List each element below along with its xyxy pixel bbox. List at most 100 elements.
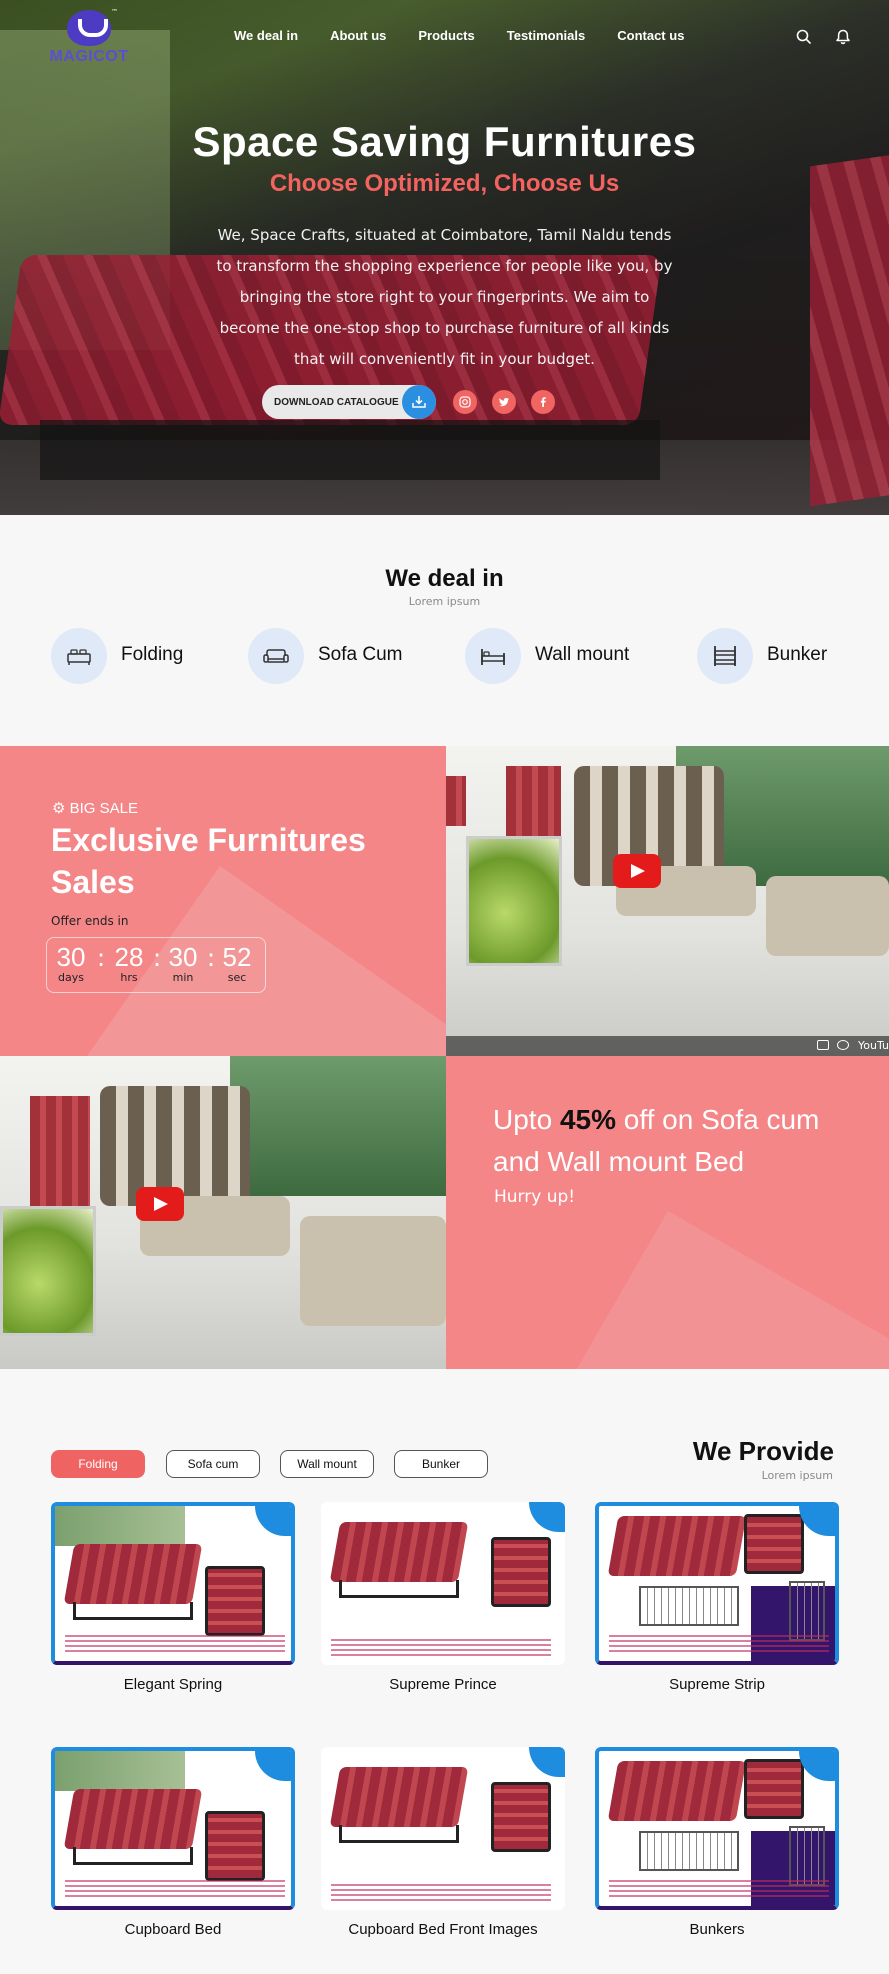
download-icon xyxy=(402,385,436,419)
filter-tab-bunker[interactable]: Bunker xyxy=(394,1450,488,1478)
brand-badge-icon xyxy=(255,1506,291,1536)
top-navigation: ™ MAGICOT We deal in About us Products T… xyxy=(0,0,889,78)
product-image-caption xyxy=(65,1635,285,1655)
product-image[interactable] xyxy=(321,1502,565,1665)
brand-badge-icon xyxy=(529,1502,565,1532)
discount-offer-panel: Upto 45% off on Sofa cum and Wall mount … xyxy=(446,1056,889,1369)
facebook-icon[interactable] xyxy=(531,390,555,414)
filter-tab-folding[interactable]: Folding xyxy=(51,1450,145,1478)
countdown-seconds: 52 sec xyxy=(217,942,257,984)
product-image-folded-bed xyxy=(205,1566,265,1636)
product-image-bed xyxy=(329,1767,469,1827)
offer-ends-label: Offer ends in xyxy=(51,914,129,928)
filter-tab-wall-mount[interactable]: Wall mount xyxy=(280,1450,374,1478)
product-image[interactable] xyxy=(595,1747,839,1910)
nav-link-products[interactable]: Products xyxy=(418,28,474,43)
nav-link-contact-us[interactable]: Contact us xyxy=(617,28,684,43)
we-provide-section: Folding Sofa cum Wall mount Bunker We Pr… xyxy=(0,1369,889,1974)
search-icon[interactable] xyxy=(795,28,813,46)
product-image[interactable] xyxy=(51,1747,295,1910)
product-card-elegant-spring[interactable]: Elegant Spring xyxy=(51,1502,295,1693)
promo-video-1[interactable]: YouTu xyxy=(446,746,889,1056)
product-card-bunkers[interactable]: Bunkers xyxy=(595,1747,839,1938)
bell-icon[interactable] xyxy=(834,28,852,46)
gear-icon: ⚙ xyxy=(52,800,66,817)
product-card-supreme-prince[interactable]: Supreme Prince xyxy=(321,1502,565,1693)
product-card-cupboard-bed-front-images[interactable]: Cupboard Bed Front Images xyxy=(321,1747,565,1938)
countdown-separator: : xyxy=(153,944,162,972)
twitter-icon[interactable] xyxy=(492,390,516,414)
product-name[interactable]: Supreme Strip xyxy=(595,1676,839,1693)
product-image-frame xyxy=(73,1847,193,1865)
deal-item-label: Wall mount xyxy=(535,644,630,665)
we-provide-title: We Provide xyxy=(692,1436,834,1466)
countdown-separator: : xyxy=(97,944,106,972)
product-image-frame xyxy=(639,1586,739,1626)
product-image-caption xyxy=(609,1635,829,1655)
product-image-caption xyxy=(65,1880,285,1900)
countdown-minutes: 30 min xyxy=(163,942,203,984)
video-folded-bed-edge xyxy=(446,776,466,826)
logo-mark-icon xyxy=(67,10,111,46)
countdown-separator: : xyxy=(207,944,216,972)
hero-section: ™ MAGICOT We deal in About us Products T… xyxy=(0,0,889,515)
product-image-bed xyxy=(63,1544,203,1604)
nav-link-testimonials[interactable]: Testimonials xyxy=(507,28,586,43)
settings-icon[interactable] xyxy=(837,1040,849,1050)
big-sale-badge: ⚙ BIG SALE xyxy=(52,799,138,817)
countdown-days: 30 days xyxy=(51,942,91,984)
deal-categories: Folding Sofa Cum Wall mount Bunker xyxy=(51,628,841,684)
product-card-supreme-strip[interactable]: Supreme Strip xyxy=(595,1502,839,1693)
product-name[interactable]: Supreme Prince xyxy=(321,1676,565,1693)
product-image-folded-frame xyxy=(789,1826,825,1886)
nav-links: We deal in About us Products Testimonial… xyxy=(234,28,684,43)
hero-subtitle: Choose Optimized, Choose Us xyxy=(269,170,620,197)
youtube-play-button[interactable] xyxy=(136,1187,184,1221)
we-provide-subtitle: Lorem ipsum xyxy=(761,1469,833,1482)
product-image-frame xyxy=(73,1602,193,1620)
product-image-frame xyxy=(339,1580,459,1598)
product-image[interactable] xyxy=(51,1502,295,1665)
download-catalogue-button[interactable]: DOWNLOAD CATALOGUE xyxy=(262,385,436,419)
sofa-icon xyxy=(248,628,304,684)
product-image-caption xyxy=(331,1639,551,1659)
download-catalogue-label: DOWNLOAD CATALOGUE xyxy=(274,396,399,408)
instagram-icon[interactable] xyxy=(453,390,477,414)
nav-link-about-us[interactable]: About us xyxy=(330,28,386,43)
offer-prefix: Upto xyxy=(493,1104,560,1135)
hero-title: Space Saving Furnitures xyxy=(192,118,697,165)
hero-description: We, Space Crafts, situated at Coimbatore… xyxy=(216,226,673,368)
we-deal-in-section: We deal in Lorem ipsum Folding Sofa Cum … xyxy=(0,515,889,745)
youtube-play-button[interactable] xyxy=(613,854,661,888)
promo-video-2[interactable] xyxy=(0,1056,446,1369)
product-image-caption xyxy=(609,1880,829,1900)
product-name[interactable]: Bunkers xyxy=(595,1921,839,1938)
hurry-up-text: Hurry up! xyxy=(494,1187,576,1207)
brand-badge-icon xyxy=(799,1751,835,1781)
youtube-watermark[interactable]: YouTu xyxy=(858,1039,889,1052)
product-name[interactable]: Elegant Spring xyxy=(51,1676,295,1693)
video-controls-bar: YouTu xyxy=(446,1036,889,1056)
product-name[interactable]: Cupboard Bed xyxy=(51,1921,295,1938)
filter-tab-sofa-cum[interactable]: Sofa cum xyxy=(166,1450,260,1478)
product-image-folded-bed xyxy=(744,1759,804,1819)
product-image-bed xyxy=(63,1789,203,1849)
brand-badge-icon xyxy=(529,1747,565,1777)
product-name[interactable]: Cupboard Bed Front Images xyxy=(321,1921,565,1938)
wall-bed-icon xyxy=(465,628,521,684)
product-image-folded-bed xyxy=(205,1811,265,1881)
bunk-bed-icon xyxy=(697,628,753,684)
product-image[interactable] xyxy=(595,1502,839,1665)
captions-icon[interactable] xyxy=(817,1040,829,1050)
hero-background-shadow xyxy=(40,420,660,480)
nav-link-we-deal-in[interactable]: We deal in xyxy=(234,28,298,43)
brand-logo[interactable]: ™ MAGICOT xyxy=(41,8,137,70)
product-image-background xyxy=(55,1751,185,1791)
video-wall-bed-panel xyxy=(466,836,562,966)
video-wall-bed-panel xyxy=(0,1206,96,1336)
product-image-folded-bed xyxy=(744,1514,804,1574)
product-card-cupboard-bed[interactable]: Cupboard Bed xyxy=(51,1747,295,1938)
brand-badge-icon xyxy=(255,1751,291,1781)
product-image[interactable] xyxy=(321,1747,565,1910)
product-image-bed xyxy=(607,1761,747,1821)
